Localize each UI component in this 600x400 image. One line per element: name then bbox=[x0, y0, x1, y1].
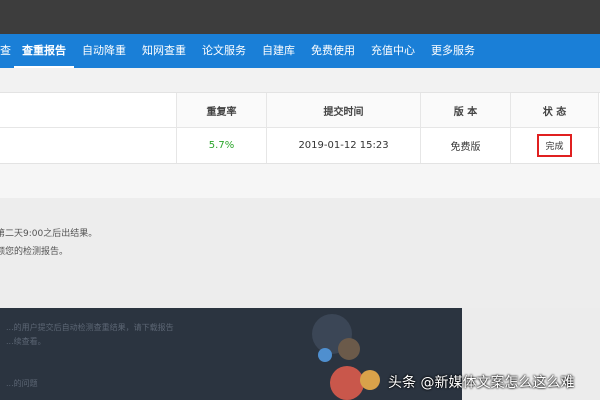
report-table: 重复率 提交时间 版 本 状 态 5.7% 2019-01-12 15:23 免… bbox=[0, 92, 600, 164]
decoration-circle bbox=[360, 370, 380, 390]
submit-time-value: 2019-01-12 15:23 bbox=[298, 139, 389, 151]
nav-item-auto-reduce[interactable]: 自动降重 bbox=[74, 34, 134, 68]
header-rate: 重复率 bbox=[177, 93, 266, 127]
top-dark-bar bbox=[0, 0, 600, 34]
footer-blurred-text-1: ...的用户提交后自动检测查重结果，请下载报告 bbox=[6, 323, 174, 332]
header-submit-time: 提交时间 bbox=[267, 93, 420, 127]
notice-line-2: 额您的检测报告。 bbox=[0, 247, 69, 257]
footer-blurred-text-3: ...的问题 bbox=[6, 379, 38, 388]
rate-value: 5.7% bbox=[208, 139, 235, 151]
nav-item-check[interactable]: 查 bbox=[0, 34, 14, 68]
column-divider bbox=[598, 93, 599, 163]
decoration-circle bbox=[330, 366, 364, 400]
status-cell: 完成 bbox=[511, 127, 598, 163]
version-value: 免费版 bbox=[450, 141, 481, 153]
decoration-circle bbox=[318, 348, 332, 362]
table-caption-strip bbox=[0, 68, 600, 92]
nav-item-check-report[interactable]: 查重报告 bbox=[14, 34, 74, 68]
nav-item-cnki-check[interactable]: 知网查重 bbox=[134, 34, 194, 68]
notice-line-1: 第二天9:00之后出结果。 bbox=[0, 229, 98, 239]
nav-item-more-services[interactable]: 更多服务 bbox=[423, 34, 483, 68]
notice-area: 第二天9:00之后出结果。 额您的检测报告。 bbox=[0, 198, 600, 308]
nav-item-free-use[interactable]: 免费使用 bbox=[303, 34, 363, 68]
status-complete-link[interactable]: 完成 bbox=[537, 133, 572, 157]
top-navigation: 查 查重报告 自动降重 知网查重 论文服务 自建库 免费使用 充值中心 更多服务 bbox=[0, 34, 600, 68]
watermark-text: 头条 @新媒体文案怎么这么难 bbox=[388, 375, 575, 391]
decoration-circle bbox=[338, 338, 360, 360]
table-row bbox=[0, 127, 176, 163]
nav-item-self-library[interactable]: 自建库 bbox=[254, 34, 303, 68]
header-status: 状 态 bbox=[511, 93, 598, 127]
footer-blurred-text-2: ...续查看。 bbox=[6, 337, 46, 346]
nav-item-recharge[interactable]: 充值中心 bbox=[363, 34, 423, 68]
nav-item-paper-service[interactable]: 论文服务 bbox=[194, 34, 254, 68]
header-version: 版 本 bbox=[421, 93, 510, 127]
